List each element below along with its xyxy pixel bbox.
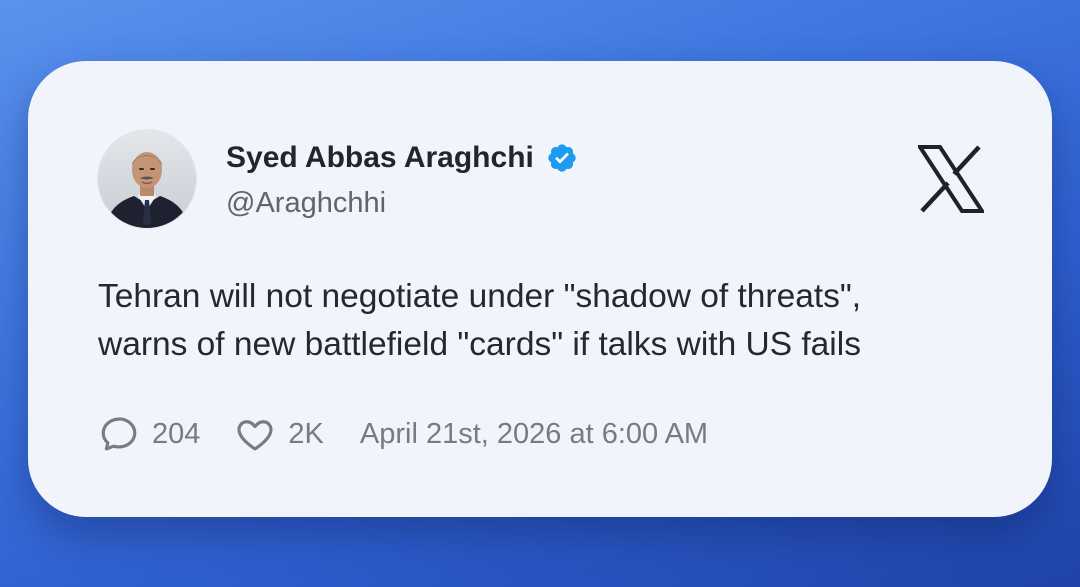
heart-icon (237, 420, 273, 451)
tweet-timestamp[interactable]: April 21st, 2026 at 6:00 AM (360, 418, 708, 451)
comment-icon (101, 417, 137, 451)
author-handle[interactable]: @Araghchhi (226, 187, 386, 220)
tweet-card: Syed Abbas Araghchi @Araghchhi Tehran wi… (28, 61, 1052, 517)
x-logo-icon[interactable] (918, 145, 984, 213)
avatar[interactable] (97, 129, 197, 229)
like-count: 2K (288, 417, 324, 450)
tweet-text-line: Tehran will not negotiate under "shadow … (98, 278, 862, 315)
tweet-meta: 204 2K April 21st, 2026 at 6:00 AM (98, 411, 708, 457)
author-name-row[interactable]: Syed Abbas Araghchi (226, 141, 578, 175)
like-button[interactable]: 2K (234, 413, 324, 455)
reply-button[interactable]: 204 (98, 413, 200, 455)
person-photo (98, 130, 196, 228)
author-display-name[interactable]: Syed Abbas Araghchi (226, 141, 534, 175)
tweet-text-line: warns of new battlefield "cards" if talk… (98, 326, 861, 363)
reply-count: 204 (152, 417, 201, 450)
tweet-text: Tehran will not negotiate under "shadow … (98, 273, 1018, 369)
verified-badge-icon (548, 144, 576, 172)
